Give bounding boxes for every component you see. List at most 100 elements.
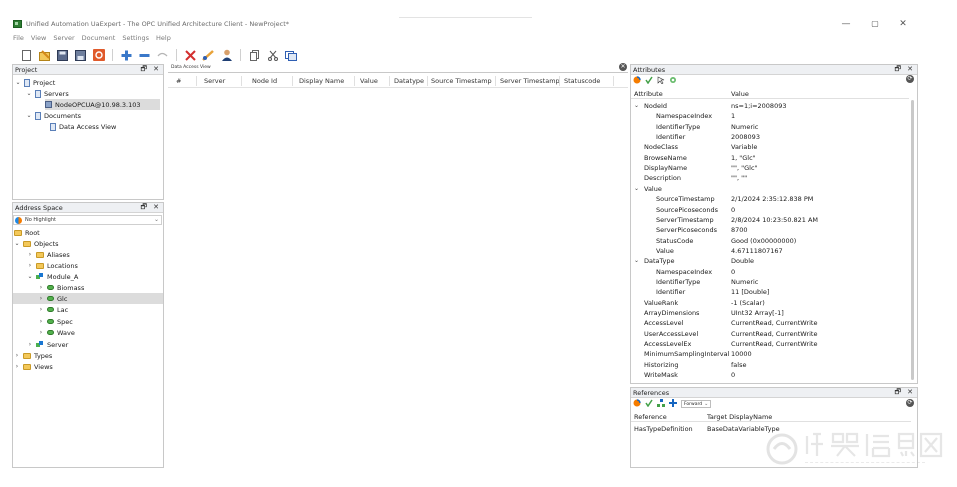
column-header-index[interactable]: #: [176, 77, 181, 85]
open-project-icon[interactable]: [38, 49, 51, 62]
refresh-icon[interactable]: [633, 399, 641, 409]
chevron-right-icon[interactable]: ›: [38, 318, 44, 325]
tree-item-root[interactable]: Root: [14, 227, 40, 238]
close-panel-icon[interactable]: ✕: [153, 65, 159, 76]
tree-item-views[interactable]: › Views: [14, 361, 53, 372]
chevron-right-icon[interactable]: ›: [14, 363, 20, 370]
hierarchy-icon[interactable]: [657, 399, 665, 409]
chevron-down-icon[interactable]: ⌄: [634, 185, 639, 192]
attribute-row[interactable]: DisplayName "", "Glc": [631, 164, 909, 174]
add-server-icon[interactable]: [120, 49, 133, 62]
close-tab-icon[interactable]: ✕: [619, 63, 627, 71]
menu-document[interactable]: Document: [82, 34, 116, 44]
chevron-right-icon[interactable]: ›: [38, 295, 44, 302]
tree-item-glc[interactable]: › Glc: [13, 293, 163, 304]
cut-icon[interactable]: [266, 49, 279, 62]
direction-select[interactable]: Forward ⌄: [681, 400, 712, 408]
attribute-row[interactable]: StatusCode Good (0x00000000): [631, 237, 909, 247]
attribute-row[interactable]: Value 4.67111807167: [631, 247, 909, 257]
attribute-row[interactable]: ServerPicoseconds 8700: [631, 226, 909, 236]
chevron-right-icon[interactable]: ›: [38, 306, 44, 313]
attributes-scrollbar[interactable]: [911, 100, 914, 380]
column-header-datatype[interactable]: Datatype: [394, 77, 424, 85]
close-panel-icon[interactable]: ✕: [153, 203, 159, 214]
references-refresh-icon[interactable]: ⟳: [906, 399, 914, 407]
tree-item-objects[interactable]: ⌄ Objects: [14, 238, 58, 249]
column-header-target[interactable]: Target DisplayName: [707, 413, 772, 421]
settings-icon[interactable]: [92, 49, 105, 62]
chevron-down-icon[interactable]: ⌄: [154, 216, 159, 223]
column-header-reference[interactable]: Reference: [634, 413, 667, 421]
menu-help[interactable]: Help: [156, 34, 171, 44]
save-as-icon[interactable]: [74, 49, 87, 62]
attribute-row[interactable]: Identifier 11 [Double]: [631, 288, 909, 298]
close-icon[interactable]: ✕: [895, 17, 911, 31]
tree-item-types[interactable]: › Types: [14, 350, 53, 361]
column-header-display-name[interactable]: Display Name: [299, 77, 344, 85]
data-access-view-tab[interactable]: Data Access View ✕: [168, 63, 628, 73]
chevron-down-icon[interactable]: ⌄: [27, 273, 33, 280]
column-header-value[interactable]: Value: [360, 77, 378, 85]
maximize-icon[interactable]: ▢: [867, 17, 883, 31]
attributes-refresh-icon[interactable]: ⟳: [906, 75, 914, 83]
column-header-attribute[interactable]: Attribute: [634, 90, 663, 98]
tree-item-data-access-view[interactable]: Data Access View: [50, 121, 116, 132]
column-header-server[interactable]: Server: [204, 77, 225, 85]
minimize-icon[interactable]: —: [838, 17, 854, 31]
menu-view[interactable]: View: [31, 34, 46, 44]
add-reference-icon[interactable]: [669, 399, 677, 409]
tree-item-servers[interactable]: ⌄ Servers: [26, 88, 69, 99]
attribute-row[interactable]: IdentifierType Numeric: [631, 123, 909, 133]
attribute-row[interactable]: NamespaceIndex 1: [631, 112, 909, 122]
attribute-row[interactable]: ⌄ DataType Double: [631, 257, 909, 267]
save-project-icon[interactable]: [56, 49, 69, 62]
chevron-right-icon[interactable]: ›: [27, 251, 33, 258]
tree-item-server-connection[interactable]: NodeOPCUA@10.98.3.103: [45, 99, 160, 110]
tree-item-documents[interactable]: ⌄ Documents: [26, 110, 81, 121]
float-panel-icon[interactable]: 🗗: [895, 65, 902, 76]
remove-server-icon[interactable]: [138, 49, 151, 62]
tree-item-module-a[interactable]: ⌄ Module_A: [27, 271, 78, 282]
chevron-right-icon[interactable]: ›: [38, 329, 44, 336]
attribute-row[interactable]: WriteMask 0: [631, 371, 909, 381]
attribute-row[interactable]: ValueRank -1 (Scalar): [631, 299, 909, 309]
attribute-row[interactable]: MinimumSamplingInterval 10000: [631, 350, 909, 360]
highlight-select[interactable]: No Highlight ⌄: [13, 215, 162, 225]
check-icon[interactable]: [645, 399, 653, 409]
column-header-value[interactable]: Value: [731, 90, 749, 98]
column-header-statuscode[interactable]: Statuscode: [564, 77, 600, 85]
menu-file[interactable]: File: [13, 34, 24, 44]
close-panel-icon[interactable]: ✕: [907, 388, 913, 399]
column-header-server-timestamp[interactable]: Server Timestamp: [500, 77, 560, 85]
chevron-down-icon[interactable]: ⌄: [26, 112, 32, 119]
column-header-node-id[interactable]: Node Id: [252, 77, 277, 85]
new-project-icon[interactable]: [20, 49, 33, 62]
float-panel-icon[interactable]: 🗗: [141, 65, 148, 76]
menu-settings[interactable]: Settings: [122, 34, 149, 44]
check-icon[interactable]: [645, 76, 653, 86]
chevron-down-icon[interactable]: ⌄: [26, 90, 32, 97]
attribute-row[interactable]: IdentifierType Numeric: [631, 278, 909, 288]
monitor-icon[interactable]: [669, 76, 677, 86]
chevron-down-icon[interactable]: ⌄: [14, 240, 20, 247]
attribute-row[interactable]: AccessLevel CurrentRead, CurrentWrite: [631, 319, 909, 329]
tree-item-project[interactable]: ⌄ Project: [15, 77, 55, 88]
attribute-row[interactable]: ArrayDimensions UInt32 Array[-1]: [631, 309, 909, 319]
tree-item-wave[interactable]: › Wave: [38, 327, 75, 338]
chevron-down-icon[interactable]: ⌄: [634, 257, 639, 264]
attribute-row[interactable]: AccessLevelEx CurrentRead, CurrentWrite: [631, 340, 909, 350]
disconnect-icon[interactable]: [184, 49, 197, 62]
user-icon[interactable]: [220, 49, 233, 62]
chevron-right-icon[interactable]: ›: [38, 284, 44, 291]
paste-icon[interactable]: [284, 49, 297, 62]
cursor-icon[interactable]: [657, 76, 665, 86]
refresh-icon[interactable]: [633, 76, 641, 86]
attribute-row[interactable]: ⌄ Value: [631, 185, 909, 195]
float-panel-icon[interactable]: 🗗: [141, 203, 148, 214]
attribute-row[interactable]: SourceTimestamp 2/1/2024 2:35:12.838 PM: [631, 195, 909, 205]
attribute-row[interactable]: SourcePicoseconds 0: [631, 206, 909, 216]
chevron-down-icon[interactable]: ⌄: [704, 401, 708, 407]
tree-item-lac[interactable]: › Lac: [38, 304, 68, 315]
attribute-row[interactable]: UserAccessLevel CurrentRead, CurrentWrite: [631, 330, 909, 340]
float-panel-icon[interactable]: 🗗: [895, 388, 902, 399]
